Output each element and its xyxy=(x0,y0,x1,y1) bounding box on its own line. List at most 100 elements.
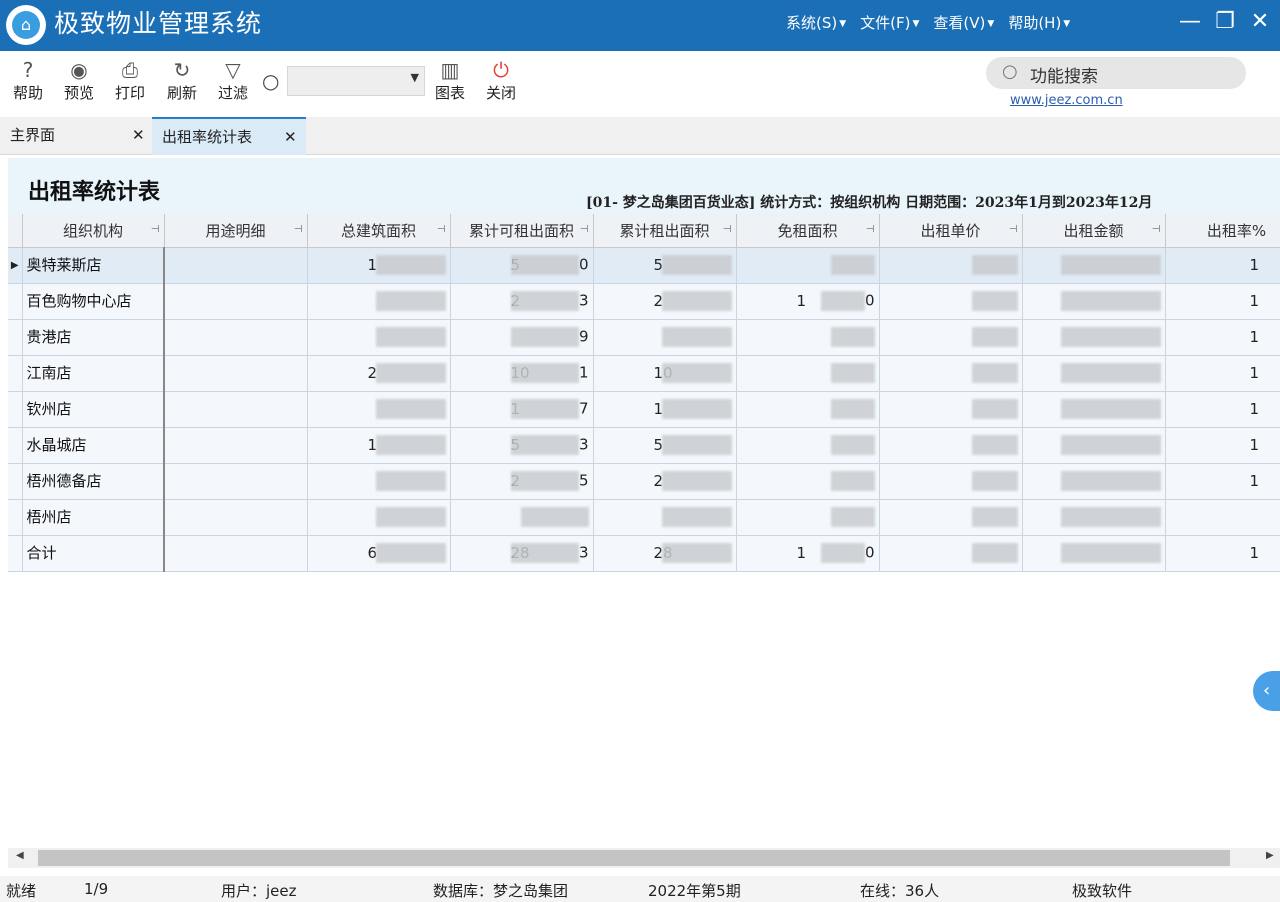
value-cell[interactable]: 1 xyxy=(1165,463,1280,500)
value-cell[interactable]: 1 xyxy=(307,247,451,284)
value-cell[interactable]: 10 xyxy=(736,535,880,572)
column-header[interactable]: 出租单价 ⊣ xyxy=(879,214,1023,248)
value-cell[interactable] xyxy=(1022,427,1166,464)
menu-help[interactable]: 帮助(H) ▼ xyxy=(1008,13,1070,33)
org-name-cell[interactable]: 梧州店 xyxy=(22,499,165,536)
value-cell[interactable] xyxy=(736,499,880,536)
usage-detail-cell[interactable] xyxy=(164,499,308,536)
website-link[interactable]: www.jeez.com.cn xyxy=(1010,93,1123,108)
usage-detail-cell[interactable] xyxy=(164,247,308,284)
chevron-down-icon[interactable]: ▼ xyxy=(411,71,419,84)
pin-icon[interactable]: ⊣ xyxy=(1152,224,1161,235)
column-header[interactable]: 出租率% xyxy=(1165,214,1280,248)
pin-icon[interactable]: ⊣ xyxy=(866,224,875,235)
pin-icon[interactable]: ⊣ xyxy=(151,224,160,235)
horizontal-scrollbar[interactable]: ◀ ▶ xyxy=(8,848,1280,868)
value-cell[interactable]: 23 xyxy=(450,283,594,320)
org-name-cell[interactable]: 百色购物中心店 xyxy=(22,283,165,320)
usage-detail-cell[interactable] xyxy=(164,355,308,392)
value-cell[interactable]: 25 xyxy=(450,463,594,500)
value-cell[interactable] xyxy=(879,247,1023,284)
function-search-input[interactable]: ○ 功能搜索 xyxy=(986,57,1246,89)
value-cell[interactable] xyxy=(1022,319,1166,356)
org-name-cell[interactable]: 钦州店 xyxy=(22,391,165,428)
value-cell[interactable] xyxy=(1022,535,1166,572)
value-cell[interactable] xyxy=(307,463,451,500)
value-cell[interactable] xyxy=(879,427,1023,464)
column-header[interactable]: 组织机构 ⊣ xyxy=(22,214,165,248)
value-cell[interactable] xyxy=(1022,391,1166,428)
close-icon[interactable]: ✕ xyxy=(284,119,297,155)
usage-detail-cell[interactable] xyxy=(164,283,308,320)
value-cell[interactable] xyxy=(307,283,451,320)
table-row[interactable]: 钦州店1711 xyxy=(8,391,1280,428)
tab-occupancy-report[interactable]: 出租率统计表 ✕ xyxy=(152,117,306,155)
value-cell[interactable] xyxy=(879,283,1023,320)
side-panel-toggle[interactable]: ‹ xyxy=(1253,671,1280,711)
value-cell[interactable] xyxy=(879,463,1023,500)
scrollbar-thumb[interactable] xyxy=(38,850,1230,866)
value-cell[interactable]: 1 xyxy=(1165,283,1280,320)
usage-detail-cell[interactable] xyxy=(164,463,308,500)
column-header[interactable]: 免租面积 ⊣ xyxy=(736,214,880,248)
value-cell[interactable] xyxy=(736,355,880,392)
value-cell[interactable]: 6 xyxy=(307,535,451,572)
org-name-cell[interactable]: 合计 xyxy=(22,535,165,572)
value-cell[interactable] xyxy=(307,319,451,356)
value-cell[interactable]: 1 xyxy=(307,427,451,464)
restore-button[interactable]: ❐ xyxy=(1213,10,1237,34)
pin-icon[interactable]: ⊣ xyxy=(1009,224,1018,235)
pin-icon[interactable]: ⊣ xyxy=(580,224,589,235)
value-cell[interactable]: 50 xyxy=(450,247,594,284)
column-header[interactable]: 累计可租出面积 ⊣ xyxy=(450,214,594,248)
scroll-right-icon[interactable]: ▶ xyxy=(1266,850,1274,861)
refresh-button[interactable]: ↻ 刷新 xyxy=(162,57,202,103)
value-cell[interactable] xyxy=(593,499,737,536)
value-cell[interactable] xyxy=(593,319,737,356)
menu-view[interactable]: 查看(V) ▼ xyxy=(933,13,994,33)
value-cell[interactable]: 101 xyxy=(450,355,594,392)
value-cell[interactable] xyxy=(879,535,1023,572)
menu-file[interactable]: 文件(F) ▼ xyxy=(860,13,919,33)
value-cell[interactable]: 1 xyxy=(1165,535,1280,572)
table-row[interactable]: 合计628328101 xyxy=(8,535,1280,572)
pin-icon[interactable]: ⊣ xyxy=(437,224,446,235)
org-name-cell[interactable]: 江南店 xyxy=(22,355,165,392)
column-header[interactable]: 用途明细 ⊣ xyxy=(164,214,308,248)
table-row[interactable]: 水晶城店15351 xyxy=(8,427,1280,464)
value-cell[interactable] xyxy=(1022,247,1166,284)
value-cell[interactable] xyxy=(736,427,880,464)
column-header[interactable]: 出租金额 ⊣ xyxy=(1022,214,1166,248)
usage-detail-cell[interactable] xyxy=(164,535,308,572)
value-cell[interactable]: 17 xyxy=(450,391,594,428)
value-cell[interactable]: 2 xyxy=(307,355,451,392)
table-row[interactable]: ▶奥特莱斯店15051 xyxy=(8,247,1280,284)
column-header[interactable]: 累计租出面积 ⊣ xyxy=(593,214,737,248)
value-cell[interactable]: 10 xyxy=(593,355,737,392)
print-button[interactable]: ⎙ 打印 xyxy=(110,57,150,103)
table-row[interactable]: 贵港店 9 1 xyxy=(8,319,1280,356)
scroll-left-icon[interactable]: ◀ xyxy=(16,850,24,861)
value-cell[interactable] xyxy=(1022,499,1166,536)
column-header[interactable]: 总建筑面积 ⊣ xyxy=(307,214,451,248)
value-cell[interactable]: 9 xyxy=(450,319,594,356)
value-cell[interactable] xyxy=(450,499,594,536)
value-cell[interactable] xyxy=(736,319,880,356)
table-row[interactable]: 梧州德备店 252 1 xyxy=(8,463,1280,500)
filter-button[interactable]: ▽ 过滤 xyxy=(213,57,253,103)
org-name-cell[interactable]: 水晶城店 xyxy=(22,427,165,464)
value-cell[interactable] xyxy=(1165,499,1280,536)
help-button[interactable]: ? 帮助 xyxy=(8,57,48,103)
search-combo[interactable]: ▼ xyxy=(287,66,425,96)
chart-button[interactable]: ▥ 图表 xyxy=(430,57,470,103)
value-cell[interactable] xyxy=(736,247,880,284)
value-cell[interactable] xyxy=(879,499,1023,536)
value-cell[interactable] xyxy=(307,391,451,428)
pin-icon[interactable]: ⊣ xyxy=(294,224,303,235)
usage-detail-cell[interactable] xyxy=(164,391,308,428)
close-report-button[interactable]: ⏻ 关闭 xyxy=(481,57,521,103)
minimize-button[interactable]: — xyxy=(1178,10,1202,34)
value-cell[interactable]: 2 xyxy=(593,283,737,320)
pin-icon[interactable]: ⊣ xyxy=(723,224,732,235)
value-cell[interactable] xyxy=(1022,355,1166,392)
